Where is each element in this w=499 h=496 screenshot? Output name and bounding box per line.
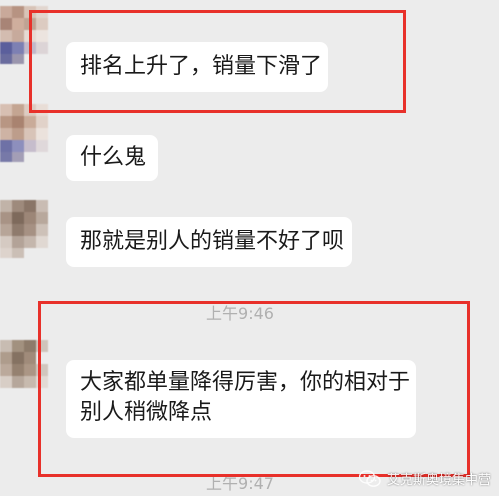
avatar[interactable] [0, 200, 48, 258]
message-text: 什么鬼 [80, 145, 147, 170]
message-text: 那就是别人的销量不好了呗 [80, 229, 345, 254]
watermark-text: 艾克斯奥境集中营 [386, 473, 491, 488]
watermark: 艾克斯奥境集中营 [358, 469, 491, 488]
wechat-icon [358, 469, 381, 487]
highlight-box [38, 301, 470, 477]
highlight-box [29, 10, 406, 113]
message-bubble[interactable]: 什么鬼 [66, 135, 158, 181]
message-bubble[interactable]: 那就是别人的销量不好了呗 [66, 217, 352, 267]
